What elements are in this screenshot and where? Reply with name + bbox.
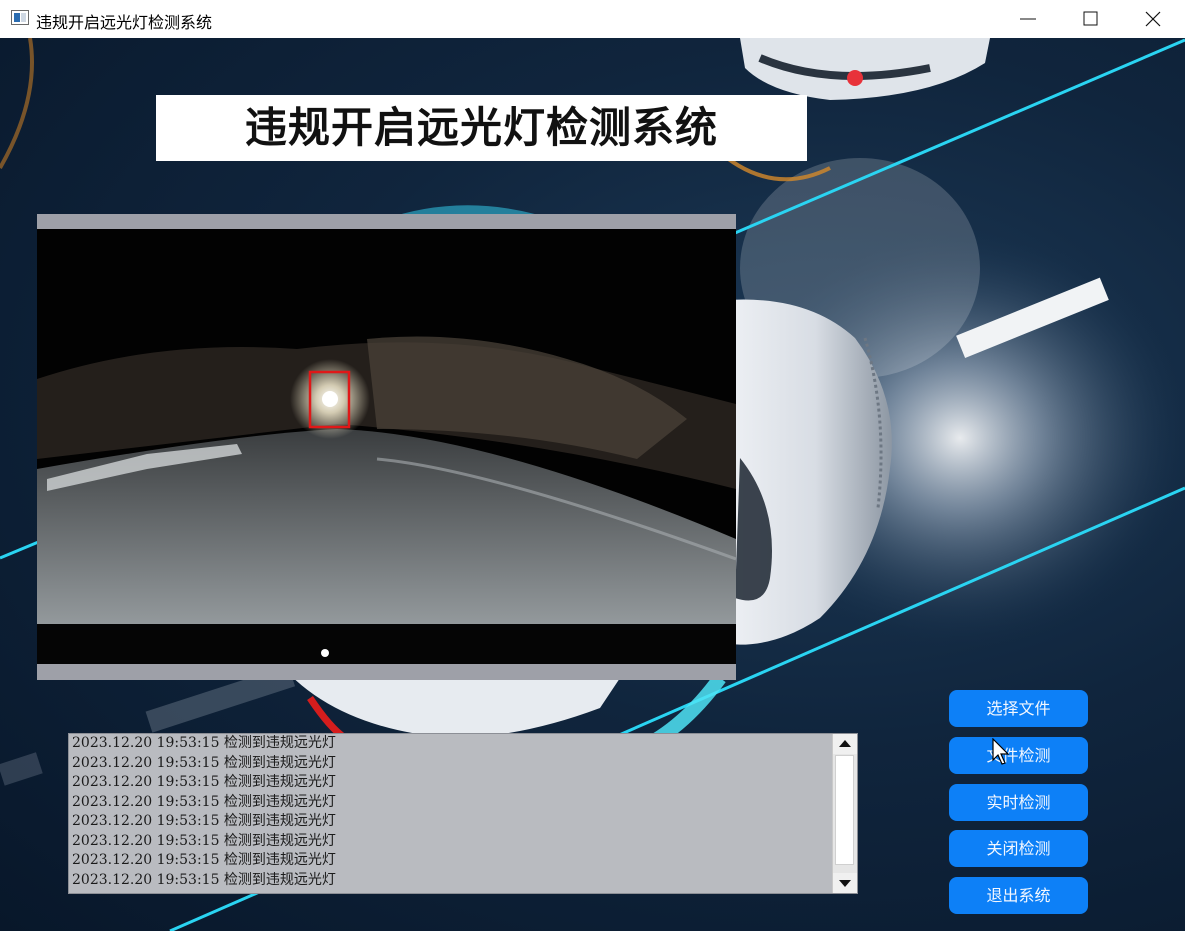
window-title: 违规开启远光灯检测系统 [36, 13, 213, 32]
video-display [37, 229, 736, 664]
list-item: 2023.12.20 19:53:15 检测到违规远光灯 [72, 813, 336, 829]
arrow-up-icon [839, 740, 851, 747]
list-item: 2023.12.20 19:53:15 检测到违规远光灯 [72, 735, 336, 751]
minimize-icon [1020, 18, 1036, 20]
close-icon [1145, 11, 1161, 27]
scroll-down-button[interactable] [833, 873, 857, 893]
mouse-cursor-icon [992, 738, 1010, 765]
window-titlebar: 违规开启远光灯检测系统 [0, 0, 1185, 38]
arrow-down-icon [839, 880, 851, 887]
page-title: 违规开启远光灯检测系统 [244, 103, 718, 152]
close-detect-button[interactable]: 关闭检测 [949, 830, 1088, 867]
close-button[interactable] [1123, 0, 1185, 38]
main-window: 违规开启远光灯检测系统 2023.12.20 19:53:15 检测到违规远光灯… [0, 38, 1185, 931]
list-item: 2023.12.20 19:53:15 检测到违规远光灯 [72, 793, 336, 810]
list-item: 2023.12.20 19:53:15 检测到违规远光灯 [72, 852, 336, 868]
maximize-icon [1083, 11, 1098, 26]
realtime-detect-button[interactable]: 实时检测 [949, 784, 1088, 821]
app-icon [11, 10, 29, 25]
select-file-button[interactable]: 选择文件 [949, 690, 1088, 727]
list-item: 2023.12.20 19:53:15 检测到违规远光灯 [72, 774, 336, 790]
log-list: 2023.12.20 19:53:15 检测到违规远光灯 2023.12.20 … [72, 734, 832, 893]
list-item: 2023.12.20 19:53:15 检测到违规远光灯 [72, 871, 336, 888]
list-item: 2023.12.20 19:53:15 检测到违规远光灯 [72, 754, 336, 771]
video-frame-image [37, 229, 736, 664]
file-detect-button[interactable]: 文件检测 [949, 737, 1088, 774]
scroll-up-button[interactable] [833, 734, 857, 754]
detection-log[interactable]: 2023.12.20 19:53:15 检测到违规远光灯 2023.12.20 … [68, 733, 858, 894]
scroll-thumb[interactable] [835, 755, 854, 865]
exit-system-button[interactable]: 退出系统 [949, 877, 1088, 914]
maximize-button[interactable] [1060, 0, 1122, 38]
minimize-button[interactable] [997, 0, 1059, 38]
log-scrollbar[interactable] [832, 734, 857, 893]
header-banner: 违规开启远光灯检测系统 [156, 95, 807, 161]
list-item: 2023.12.20 19:53:15 检测到违规远光灯 [72, 832, 336, 849]
